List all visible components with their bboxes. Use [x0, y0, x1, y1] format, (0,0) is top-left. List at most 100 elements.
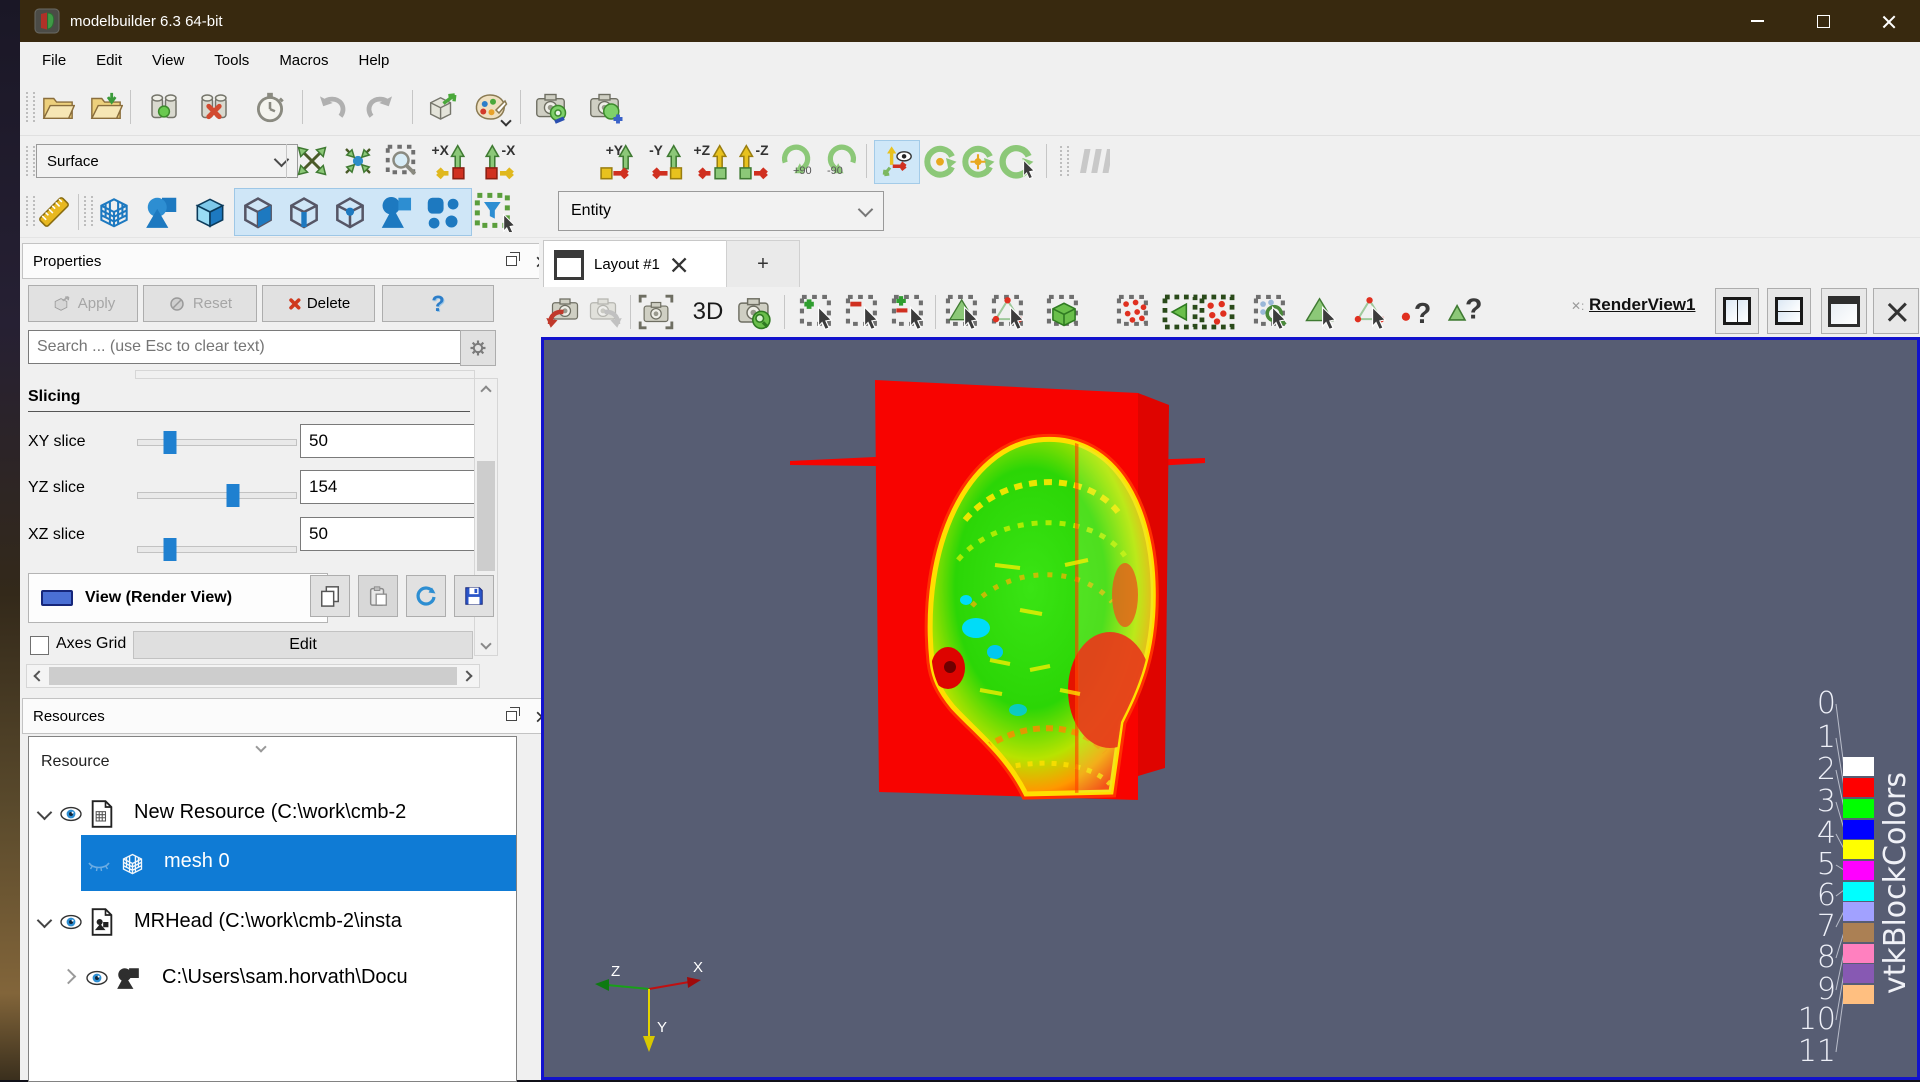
reset-button[interactable]: Reset — [143, 285, 257, 322]
sort-indicator-icon[interactable] — [255, 741, 266, 752]
split-vertical-button[interactable] — [1767, 288, 1811, 334]
properties-hscrollbar-top[interactable] — [135, 370, 475, 379]
entity-select[interactable]: Entity — [558, 191, 884, 231]
view-minus-z-button[interactable]: -Z — [734, 141, 774, 181]
properties-hscrollbar[interactable] — [26, 664, 480, 688]
query-point-button[interactable]: ? — [1397, 292, 1437, 332]
axes-grid-edit-button[interactable]: Edit — [133, 631, 473, 659]
load-state-button[interactable] — [422, 87, 462, 127]
solid-representation-button[interactable] — [190, 192, 230, 232]
expand-caret-icon[interactable] — [37, 913, 53, 929]
orientation-axes-toggle[interactable] — [874, 140, 920, 184]
scroll-thumb[interactable] — [49, 667, 457, 685]
tree-row-mrhead[interactable]: MRHead (C:\work\cmb-2\insta — [29, 895, 517, 947]
maximize-button[interactable] — [1792, 0, 1854, 42]
view-plus-x-button[interactable]: +X — [430, 141, 470, 181]
axes-grid-checkbox[interactable] — [30, 636, 49, 655]
new-layout-tab[interactable]: + — [726, 240, 800, 288]
camera-redo-button[interactable] — [586, 292, 626, 332]
select-blocks-button[interactable] — [1197, 292, 1237, 332]
toggle-2d3d-button[interactable]: 3D — [687, 292, 729, 332]
resource-column-header[interactable]: Resource — [41, 753, 109, 771]
xz-slice-slider[interactable] — [137, 546, 297, 553]
menu-edit[interactable]: Edit — [84, 48, 134, 73]
scroll-left-button[interactable] — [27, 672, 47, 680]
expand-caret-icon[interactable] — [61, 969, 77, 985]
scroll-right-button[interactable] — [459, 672, 479, 680]
disconnect-server-button[interactable] — [194, 87, 234, 127]
close-button[interactable] — [1858, 0, 1920, 42]
center-rotation-button[interactable] — [958, 141, 998, 181]
select-faces-toggle[interactable] — [238, 192, 278, 232]
apply-button[interactable]: Apply — [28, 285, 138, 322]
redo-button[interactable] — [360, 87, 400, 127]
import-resource-button[interactable] — [86, 87, 126, 127]
auto-apply-button[interactable] — [250, 87, 290, 127]
toolbar-drag-handle[interactable] — [1060, 146, 1069, 176]
adjust-lighting-button[interactable] — [1072, 141, 1112, 181]
view-plus-y-button[interactable]: +Y — [598, 141, 638, 181]
yz-slice-value[interactable] — [300, 470, 478, 504]
split-horizontal-button[interactable] — [1715, 288, 1759, 334]
xz-slice-value[interactable] — [300, 517, 478, 551]
refresh-view-button[interactable] — [406, 575, 446, 617]
zoom-to-data-button[interactable] — [338, 141, 378, 181]
visibility-eye-icon[interactable] — [59, 910, 83, 934]
undo-button[interactable] — [312, 87, 352, 127]
select-vertices-toggle[interactable] — [330, 192, 370, 232]
menu-macros[interactable]: Macros — [267, 48, 340, 73]
renderview-name[interactable]: RenderView1 — [1589, 295, 1695, 315]
expand-caret-icon[interactable] — [37, 805, 53, 821]
properties-panel-header[interactable]: Properties — [22, 243, 559, 279]
minimize-button[interactable] — [1726, 0, 1788, 42]
maximize-view-button[interactable] — [1821, 288, 1867, 334]
scroll-up-button[interactable] — [475, 379, 497, 399]
select-blocks-toggle[interactable] — [422, 192, 462, 232]
select-points-on-button[interactable] — [989, 292, 1029, 332]
rotate-90-ccw-button[interactable]: -90 — [822, 141, 862, 181]
resources-panel-header[interactable]: Resources — [22, 698, 559, 734]
color-palette-button[interactable] — [470, 87, 510, 127]
scroll-down-button[interactable] — [475, 635, 497, 655]
toolbar-drag-handle[interactable] — [26, 146, 35, 176]
scroll-thumb[interactable] — [477, 461, 495, 571]
pick-rotation-center-button[interactable] — [996, 141, 1036, 181]
camera-add-button[interactable] — [586, 87, 626, 127]
geometry-representation-button[interactable] — [142, 192, 182, 232]
rotate-90-cw-button[interactable]: +90 — [776, 141, 816, 181]
interactive-select-button[interactable] — [1251, 292, 1291, 332]
select-edges-toggle[interactable] — [284, 192, 324, 232]
title-bar[interactable]: modelbuilder 6.3 64-bit — [20, 0, 1920, 42]
layout-tab[interactable]: Layout #1 — [543, 240, 748, 288]
rotate-view-button[interactable] — [920, 141, 960, 181]
tree-row-mrhead-source[interactable]: C:\Users\sam.horvath\Docu — [29, 951, 517, 1003]
save-view-button[interactable] — [454, 575, 494, 617]
select-points-through-button[interactable] — [1114, 292, 1154, 332]
add-selection-button[interactable] — [797, 292, 837, 332]
select-block-button[interactable] — [1160, 292, 1200, 332]
paste-view-button[interactable] — [358, 575, 398, 617]
select-entities-toggle[interactable] — [376, 192, 416, 232]
search-input[interactable] — [28, 330, 464, 364]
view-minus-y-button[interactable]: -Y — [646, 141, 686, 181]
view-section-header[interactable]: View (Render View) — [28, 573, 328, 623]
search-options-button[interactable] — [460, 330, 496, 366]
view-plus-z-button[interactable]: +Z — [692, 141, 732, 181]
menu-view[interactable]: View — [140, 48, 196, 73]
representation-select[interactable]: Surface — [36, 144, 298, 178]
help-button[interactable]: ? — [382, 285, 494, 322]
visibility-eye-icon[interactable] — [59, 802, 83, 826]
mesh-representation-button[interactable] — [94, 192, 134, 232]
zoom-to-box-button[interactable] — [382, 141, 422, 181]
yz-slice-handle[interactable] — [226, 484, 239, 507]
tree-row-new-resource[interactable]: New Resource (C:\work\cmb-2 — [29, 789, 517, 839]
close-view-button[interactable] — [1873, 288, 1919, 334]
toggle-selection-button[interactable] — [889, 292, 929, 332]
toolbar-drag-handle[interactable] — [26, 92, 35, 122]
camera-settings-button[interactable] — [532, 87, 572, 127]
menu-tools[interactable]: Tools — [202, 48, 261, 73]
reset-camera-button[interactable] — [292, 141, 332, 181]
query-cell-button[interactable]: ? — [1445, 292, 1485, 332]
select-cells-on-button[interactable] — [943, 292, 983, 332]
xy-slice-slider[interactable] — [137, 439, 297, 446]
